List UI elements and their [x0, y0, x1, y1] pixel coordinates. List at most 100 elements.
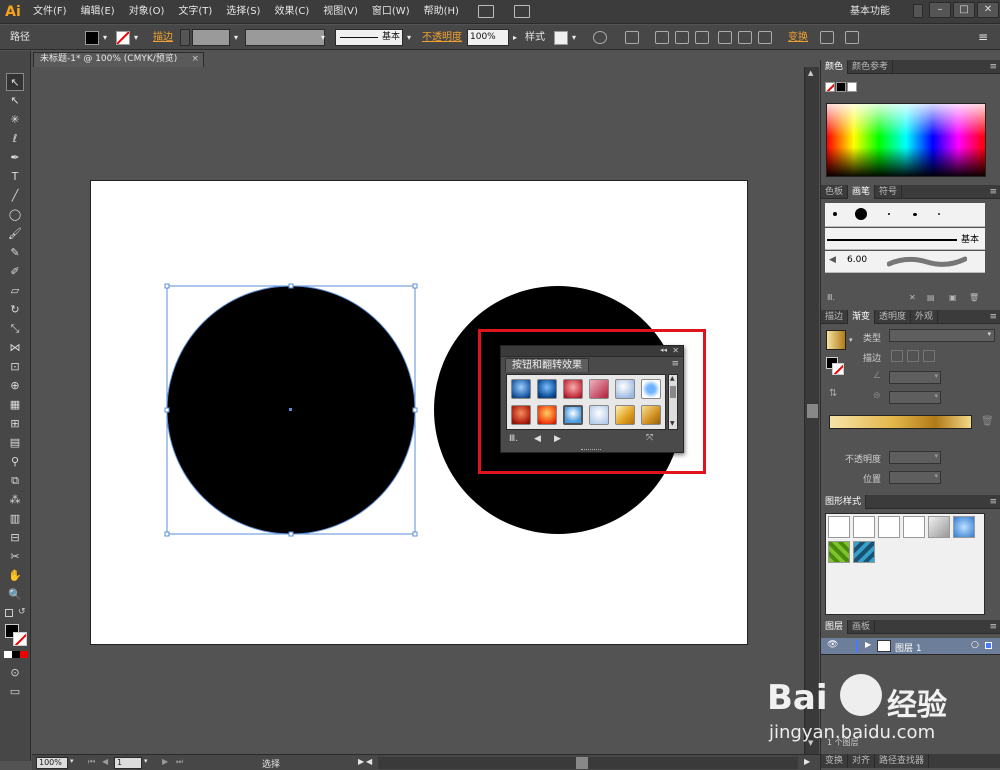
- gradient-stroke-icon[interactable]: [832, 363, 844, 375]
- paintbrush-tool-icon[interactable]: 🖌: [6, 225, 24, 243]
- graphic-style-swatch[interactable]: [953, 516, 975, 538]
- zoom-tool-icon[interactable]: 🔍: [6, 586, 24, 604]
- graphic-style-swatch[interactable]: [928, 516, 950, 538]
- maximize-button[interactable]: □: [953, 2, 975, 18]
- pencil-tool-icon[interactable]: ✎: [6, 244, 24, 262]
- stroke-along-icon[interactable]: [907, 350, 919, 362]
- stroke-weight-label[interactable]: 描边: [153, 25, 173, 50]
- menu-help[interactable]: 帮助(H): [417, 0, 466, 24]
- tab-stroke[interactable]: 描边: [821, 310, 849, 324]
- tab-color-guide[interactable]: 颜色参考: [848, 60, 894, 74]
- brush-tip[interactable]: [833, 212, 837, 216]
- brush-tip[interactable]: [855, 208, 867, 220]
- menu-view[interactable]: 视图(V): [316, 0, 365, 24]
- tab-transform[interactable]: 变换: [821, 754, 849, 768]
- drawing-mode-icon[interactable]: ⊙: [6, 664, 24, 682]
- color-panel-menu-icon[interactable]: ≡: [989, 60, 997, 74]
- menu-select[interactable]: 选择(S): [219, 0, 267, 24]
- type-tool-icon[interactable]: T: [6, 168, 24, 186]
- graphic-styles-menu-icon[interactable]: ≡: [989, 495, 997, 509]
- tab-align[interactable]: 对齐: [848, 754, 876, 768]
- white-color-icon[interactable]: [847, 82, 857, 92]
- zoom-field[interactable]: 100%: [36, 757, 68, 769]
- last-artboard-icon[interactable]: ⏭: [176, 757, 183, 767]
- profile-dropdown-icon[interactable]: ▾: [318, 29, 328, 46]
- hand-tool-icon[interactable]: ✋: [6, 567, 24, 585]
- tab-appearance[interactable]: 外观: [911, 310, 939, 324]
- opacity-field[interactable]: 100%: [467, 29, 509, 46]
- horizontal-scrollbar[interactable]: [378, 757, 798, 769]
- arrange-icon[interactable]: [845, 31, 859, 44]
- menu-file[interactable]: 文件(F): [26, 0, 74, 24]
- brush-options-icon[interactable]: ▤: [927, 293, 935, 302]
- graphic-style-swatch[interactable]: [828, 541, 850, 563]
- gradient-preview-dropdown-icon[interactable]: ▾: [849, 336, 853, 344]
- mesh-tool-icon[interactable]: ⊞: [6, 415, 24, 433]
- width-tool-icon[interactable]: ⋈: [6, 339, 24, 357]
- gradient-type-dropdown[interactable]: ▾: [889, 329, 995, 342]
- none-color-icon[interactable]: [825, 82, 835, 92]
- first-artboard-icon[interactable]: ⏮: [88, 757, 95, 767]
- tab-pathfinder[interactable]: 路径查找器: [875, 754, 930, 768]
- artboard-dropdown-icon[interactable]: ▾: [144, 757, 148, 765]
- aspect-ratio-field[interactable]: ▾: [889, 391, 941, 404]
- gradient-position-field[interactable]: ▾: [889, 471, 941, 484]
- next-artboard-icon[interactable]: ▶: [162, 757, 168, 766]
- prev-artboard-icon[interactable]: ◀: [102, 757, 108, 766]
- horizontal-scroll-thumb[interactable]: [576, 757, 588, 769]
- tab-symbols[interactable]: 符号: [875, 185, 903, 199]
- stroke-color-icon[interactable]: [13, 632, 27, 646]
- brush-dropdown-icon[interactable]: ▾: [404, 29, 414, 46]
- line-tool-icon[interactable]: ╱: [6, 187, 24, 205]
- symbol-sprayer-tool-icon[interactable]: ⁂: [6, 491, 24, 509]
- bridge-icon[interactable]: [477, 5, 494, 18]
- black-color-icon[interactable]: [836, 82, 846, 92]
- variable-width-profile[interactable]: [245, 29, 325, 46]
- canvas-vertical-scrollbar[interactable]: ▲ ▼: [804, 67, 819, 754]
- style-swatch[interactable]: [554, 31, 568, 45]
- align-middle-icon[interactable]: [738, 31, 752, 44]
- status-menu-icon[interactable]: ▶: [358, 757, 364, 766]
- graphic-style-swatch[interactable]: [853, 516, 875, 538]
- menu-window[interactable]: 窗口(W): [365, 0, 417, 24]
- graphic-style-swatch[interactable]: [903, 516, 925, 538]
- gradient-slider[interactable]: [829, 415, 972, 429]
- expand-triangle-icon[interactable]: ▶: [865, 640, 871, 649]
- minimize-button[interactable]: –: [929, 2, 951, 18]
- gradient-opacity-field[interactable]: ▾: [889, 451, 941, 464]
- brush-tip[interactable]: [888, 213, 890, 215]
- menu-type[interactable]: 文字(T): [171, 0, 219, 24]
- graphic-style-swatch[interactable]: [828, 516, 850, 538]
- transform-label[interactable]: 变换: [788, 25, 808, 50]
- tab-artboards[interactable]: 画板: [848, 620, 876, 634]
- scroll-right-icon[interactable]: ▶: [804, 757, 810, 766]
- swap-fill-stroke-icon[interactable]: ↺: [18, 607, 26, 617]
- tab-swatches[interactable]: 色板: [821, 185, 849, 199]
- artboard-tool-icon[interactable]: ⊟: [6, 529, 24, 547]
- document-tab-close-icon[interactable]: ×: [191, 53, 199, 66]
- remove-brush-stroke-icon[interactable]: ✕: [909, 293, 916, 302]
- free-transform-tool-icon[interactable]: ⊡: [6, 358, 24, 376]
- align-right-icon[interactable]: [695, 31, 709, 44]
- tab-transparency[interactable]: 透明度: [875, 310, 912, 324]
- slice-tool-icon[interactable]: ✂: [6, 548, 24, 566]
- brush-tip[interactable]: [938, 213, 940, 215]
- delete-brush-icon[interactable]: 🗑: [969, 293, 979, 302]
- shape-builder-tool-icon[interactable]: ⊕: [6, 377, 24, 395]
- reverse-gradient-icon[interactable]: ⇅: [829, 388, 837, 399]
- default-fill-stroke-icon[interactable]: [5, 609, 13, 617]
- rotate-tool-icon[interactable]: ↻: [6, 301, 24, 319]
- color-spectrum[interactable]: [826, 103, 986, 177]
- stroke-within-icon[interactable]: [891, 350, 903, 362]
- workspace-switch[interactable]: 基本功能: [850, 0, 890, 24]
- stroke-dropdown-icon[interactable]: ▾: [131, 29, 141, 46]
- stroke-weight-stepper[interactable]: [180, 29, 190, 46]
- visibility-eye-icon[interactable]: 👁: [827, 640, 838, 650]
- tab-color[interactable]: 颜色: [821, 60, 849, 74]
- align-top-icon[interactable]: [718, 31, 732, 44]
- align-to-icon[interactable]: [625, 31, 639, 44]
- color-mode-icons[interactable]: [4, 651, 28, 658]
- search-input[interactable]: [913, 4, 923, 18]
- opacity-label[interactable]: 不透明度: [422, 25, 462, 50]
- brush-tip[interactable]: [913, 213, 917, 216]
